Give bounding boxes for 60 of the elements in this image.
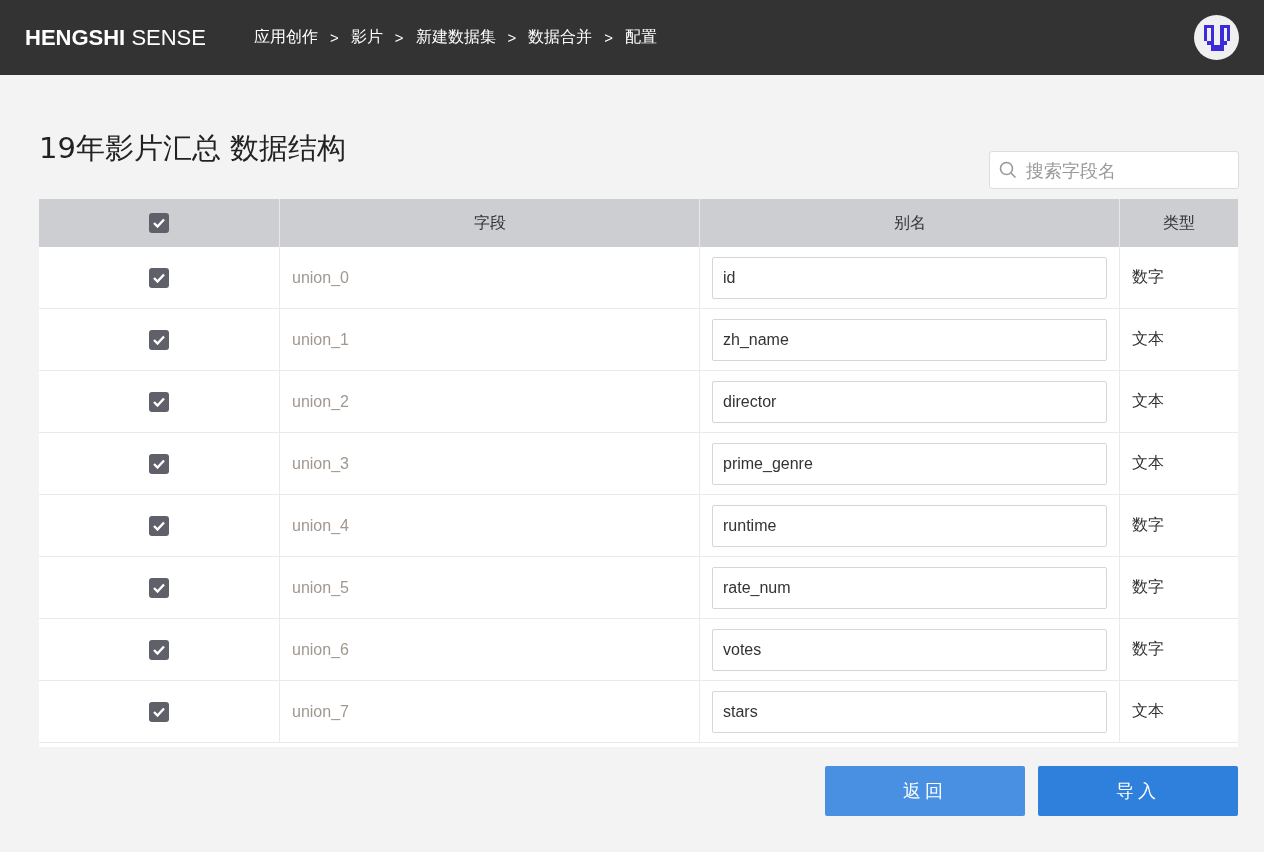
alias-input[interactable]: runtime bbox=[712, 504, 1107, 547]
breadcrumb-link[interactable]: 应用创作 bbox=[253, 27, 318, 48]
page-title: 19年影片汇总 数据结构 bbox=[39, 130, 347, 167]
field-name: union_3 bbox=[292, 454, 349, 473]
field-type: 文本 bbox=[1132, 701, 1164, 722]
checkbox[interactable] bbox=[149, 577, 169, 598]
field-type: 数字 bbox=[1132, 515, 1164, 536]
field-name: union_5 bbox=[292, 578, 349, 597]
alias-input[interactable]: id bbox=[712, 256, 1107, 299]
check-icon bbox=[153, 706, 165, 717]
field-type: 文本 bbox=[1132, 329, 1164, 350]
column-header: 字段 bbox=[473, 212, 506, 234]
breadcrumb-link[interactable]: 影片 bbox=[350, 27, 383, 48]
field-type: 文本 bbox=[1132, 453, 1164, 474]
field-name: union_2 bbox=[292, 392, 349, 411]
field-name: union_0 bbox=[292, 268, 349, 287]
field-name: union_7 bbox=[292, 702, 349, 721]
alias-input[interactable]: director bbox=[712, 380, 1107, 423]
user-avatar[interactable] bbox=[1194, 15, 1239, 60]
alias-input[interactable]: zh_name bbox=[712, 318, 1107, 361]
check-icon bbox=[153, 458, 165, 469]
field-name: union_1 bbox=[292, 330, 349, 349]
check-icon bbox=[153, 218, 165, 228]
alias-input[interactable]: prime_genre bbox=[712, 442, 1107, 485]
field-type: 文本 bbox=[1132, 391, 1164, 412]
field-type: 数字 bbox=[1132, 639, 1164, 660]
check-icon bbox=[153, 272, 165, 283]
breadcrumb-link[interactable]: 新建数据集 bbox=[415, 27, 496, 48]
check-icon bbox=[153, 396, 165, 407]
avatar-icon bbox=[1203, 24, 1230, 51]
alias-input[interactable]: rate_num bbox=[712, 566, 1107, 609]
field-name: union_6 bbox=[292, 640, 349, 659]
alias-input[interactable]: votes bbox=[712, 628, 1107, 671]
checkbox[interactable] bbox=[149, 639, 169, 660]
breadcrumb-separator: > bbox=[394, 29, 404, 46]
breadcrumb-separator: > bbox=[604, 29, 614, 46]
brand-logo: HENGSHI SENSE bbox=[25, 24, 206, 51]
search-field[interactable]: 搜索字段名 bbox=[989, 151, 1239, 189]
breadcrumb-link[interactable]: 配置 bbox=[625, 27, 658, 48]
checkbox[interactable] bbox=[149, 391, 169, 412]
check-icon bbox=[153, 520, 165, 531]
field-type: 数字 bbox=[1132, 577, 1164, 598]
breadcrumb-separator: > bbox=[329, 29, 339, 46]
checkbox[interactable] bbox=[149, 329, 169, 350]
checkbox[interactable] bbox=[149, 267, 169, 288]
check-icon bbox=[153, 582, 165, 593]
checkbox[interactable] bbox=[149, 701, 169, 722]
checkbox[interactable] bbox=[149, 515, 169, 536]
import-button[interactable]: 导入 bbox=[1038, 766, 1238, 816]
column-header: 类型 bbox=[1163, 212, 1195, 234]
checkbox[interactable] bbox=[149, 453, 169, 474]
checkbox[interactable] bbox=[149, 213, 169, 233]
check-icon bbox=[153, 334, 165, 345]
alias-input[interactable]: stars bbox=[712, 690, 1107, 733]
column-header: 别名 bbox=[893, 212, 926, 234]
check-icon bbox=[153, 644, 165, 655]
field-name: union_4 bbox=[292, 516, 349, 535]
field-type: 数字 bbox=[1132, 267, 1164, 288]
breadcrumb-separator: > bbox=[507, 29, 517, 46]
breadcrumb-link[interactable]: 数据合并 bbox=[528, 27, 593, 48]
